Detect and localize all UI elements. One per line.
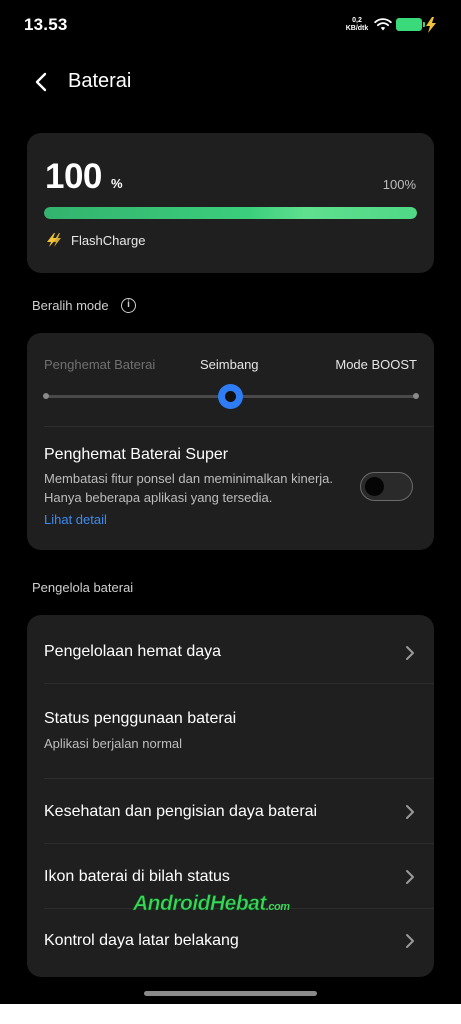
battery-level-bar [44,207,417,219]
super-saver-title: Penghemat Baterai Super [44,446,229,463]
battery-status-card: 100 % 100% FlashCharge [27,133,434,273]
chevron-right-icon [406,934,414,948]
list-item-background-power-control[interactable]: Kontrol daya latar belakang [27,909,434,977]
mode-option-balanced[interactable]: Seimbang [200,357,259,372]
list-item-battery-health-charging[interactable]: Kesehatan dan pengisian daya baterai [27,779,434,843]
chevron-right-icon [406,870,414,884]
watermark-brand: AndroidHebat [133,892,267,916]
super-saver-description: Membatasi fitur ponsel dan meminimalkan … [44,471,334,505]
status-bar: 13.53 0,2 KB/dtk [0,0,461,50]
toggle-knob [365,477,384,496]
status-time: 13.53 [24,15,68,34]
info-icon[interactable]: i [121,298,136,313]
list-item-title: Kesehatan dan pengisian daya baterai [44,803,318,820]
list-item-title: Status penggunaan baterai [44,710,237,727]
super-saver-toggle[interactable] [360,472,413,501]
chevron-right-icon [406,646,414,660]
battery-level-value: 100 [45,157,102,196]
list-item-title: Kontrol daya latar belakang [44,932,239,949]
slider-stop-right [413,393,419,399]
slider-stop-left [43,393,49,399]
list-item-subtitle: Aplikasi berjalan normal [44,736,183,751]
flash-charge-icon [47,233,61,247]
charging-icon [426,17,436,33]
list-item-title: Pengelolaan hemat daya [44,643,222,660]
list-item-battery-usage-status[interactable]: Status penggunaan baterai Aplikasi berja… [27,684,434,778]
home-indicator[interactable] [144,991,317,996]
battery-level-bar-fill [44,207,417,219]
mode-section-label: Beralih mode [32,298,109,313]
back-button[interactable] [28,68,56,96]
wifi-icon [374,18,392,31]
battery-status-icon [396,18,425,31]
divider [44,426,434,427]
watermark-domain: .com [265,901,290,913]
mode-option-boost[interactable]: Mode BOOST [335,357,417,372]
charge-mode-label: FlashCharge [71,233,146,248]
network-speed-value: 0,2 [352,17,362,24]
battery-manager-card: Pengelolaan hemat daya Status penggunaan… [27,615,434,977]
bottom-strip [0,1004,461,1024]
mode-card: Penghemat Baterai Seimbang Mode BOOST Pe… [27,333,434,550]
list-item-title: Ikon baterai di bilah status [44,868,230,885]
list-item-power-saving-management[interactable]: Pengelolaan hemat daya [27,615,434,683]
page-title: Baterai [68,70,132,92]
header: Baterai [0,62,461,102]
mode-option-battery-saver[interactable]: Penghemat Baterai [44,357,155,372]
mode-slider-thumb[interactable] [218,384,243,409]
watermark-logo: AndroidHebat.com [133,892,290,916]
battery-level-unit: % [111,176,123,191]
manager-section-label: Pengelola baterai [32,580,134,595]
network-speed: 0,2 KB/dtk [343,17,371,33]
battery-percent-label: 100% [382,177,416,192]
see-details-link[interactable]: Lihat detail [44,512,107,527]
chevron-right-icon [406,805,414,819]
network-speed-unit: KB/dtk [345,25,369,32]
